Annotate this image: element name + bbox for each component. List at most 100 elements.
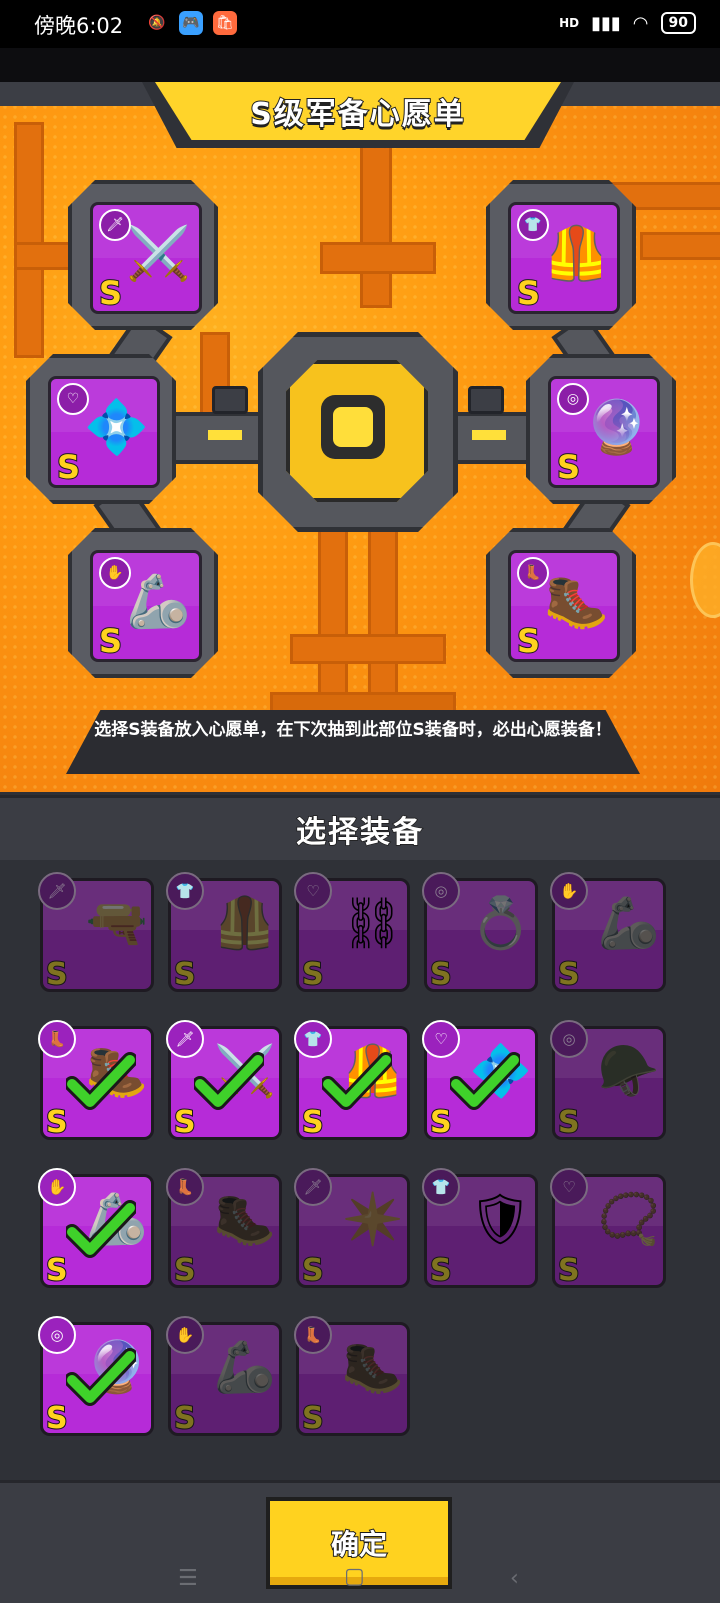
rank-label: S bbox=[45, 1105, 69, 1140]
star-necklace-icon: 💠 bbox=[84, 398, 149, 458]
rank-label: S bbox=[557, 1105, 581, 1140]
rank-label: S bbox=[516, 274, 541, 312]
dark-gauntlet-icon: 🦾 bbox=[213, 1338, 276, 1396]
dagger-icon: 🗡 bbox=[38, 872, 76, 910]
rank-label: S bbox=[173, 1253, 197, 1288]
status-time: 傍晚6:02 bbox=[34, 14, 124, 38]
equip-item-necklace-selected[interactable]: ♡ 💠 S bbox=[422, 1020, 538, 1140]
wishlist-title-banner: S级军备心愿单 bbox=[155, 82, 561, 140]
battery-indicator: 90 bbox=[660, 12, 696, 34]
cannon-icon: 🔫 bbox=[85, 894, 148, 952]
check-icon bbox=[194, 1052, 264, 1110]
equip-item-necklace[interactable]: ♡ 📿 S bbox=[550, 1168, 666, 1288]
rank-label: S bbox=[173, 957, 197, 992]
ruby-belt-icon: 💍 bbox=[469, 894, 532, 952]
rank-label: S bbox=[301, 1253, 325, 1288]
shop-app-icon: 🛍 bbox=[213, 11, 237, 35]
network-type: HD bbox=[559, 16, 580, 30]
belt-icon: ◎ bbox=[550, 1020, 588, 1058]
spiked-orb-icon: ✴️ bbox=[341, 1190, 404, 1248]
rank-label: S bbox=[301, 1105, 325, 1140]
wishlist-slot-gloves[interactable]: ✋ 🦾 S bbox=[68, 528, 218, 678]
rank-label: S bbox=[98, 622, 123, 660]
dark-armor-icon: 🦺 bbox=[213, 894, 276, 952]
shirt-icon: 👕 bbox=[517, 209, 549, 241]
equip-item-armor-selected[interactable]: 👕 🦺 S bbox=[294, 1020, 410, 1140]
wishlist-title: S级军备心愿单 bbox=[249, 96, 466, 133]
check-icon bbox=[322, 1052, 392, 1110]
rank-label: S bbox=[516, 622, 541, 660]
equip-item-armor[interactable]: 👕 🛡 S bbox=[422, 1168, 538, 1288]
rank-label: S bbox=[301, 1401, 325, 1436]
equip-item-necklace[interactable]: ♡ ⛓ S bbox=[294, 872, 410, 992]
equip-item-armor[interactable]: 👕 🦺 S bbox=[166, 872, 282, 992]
shirt-icon: 👕 bbox=[166, 872, 204, 910]
rank-label: S bbox=[556, 448, 581, 486]
equip-item-weapon[interactable]: 🗡 ✴️ S bbox=[294, 1168, 410, 1288]
rank-label: S bbox=[45, 957, 69, 992]
sword-icon: ⚔️ bbox=[126, 224, 191, 284]
equip-item-gloves-selected[interactable]: ✋ 🦾 S bbox=[38, 1168, 154, 1288]
equip-item-weapon[interactable]: 🗡 🔫 S bbox=[38, 872, 154, 992]
belt-icon: ◎ bbox=[557, 383, 589, 415]
dagger-icon: 🗡 bbox=[294, 1168, 332, 1206]
hub-core-icon bbox=[321, 395, 385, 459]
dagger-icon: 🗡 bbox=[99, 209, 131, 241]
wishlist-slot-weapon[interactable]: 🗡 ⚔️ S bbox=[68, 180, 218, 330]
belt-item-icon: 🔮 bbox=[584, 398, 649, 458]
equipment-grid: 🗡 🔫 S 👕 🦺 S ♡ ⛓ S ◎ 💍 S ✋ 🦾 S 👢 🥾 S 🗡 ⚔️ bbox=[0, 860, 720, 1480]
signal-icon: ▮▮▮ bbox=[591, 12, 621, 34]
belt-icon: ◎ bbox=[422, 872, 460, 910]
wifi-icon: ◠ bbox=[632, 12, 649, 34]
equip-item-belt[interactable]: ◎ 💍 S bbox=[422, 872, 538, 992]
wishlist-panel: S级军备心愿单 🗡 ⚔️ S 👕 🦺 S ♡ 💠 S ◎ 🔮 S ✋ 🦾 S 👢… bbox=[0, 82, 720, 792]
rank-label: S bbox=[45, 1253, 69, 1288]
select-section-header: 选择装备 bbox=[0, 795, 720, 863]
back-icon[interactable]: ‹ bbox=[510, 1566, 519, 1591]
rank-label: S bbox=[173, 1105, 197, 1140]
equip-item-weapon-selected[interactable]: 🗡 ⚔️ S bbox=[166, 1020, 282, 1140]
gauntlet-icon: 🦾 bbox=[126, 572, 191, 632]
equip-item-gloves[interactable]: ✋ 🦾 S bbox=[550, 872, 666, 992]
boot-icon: 👢 bbox=[517, 557, 549, 589]
glove-icon: ✋ bbox=[99, 557, 131, 589]
game-app-icon: 🎮 bbox=[179, 11, 203, 35]
status-bar: 傍晚6:02 🔕 🎮 🛍 HD ▮▮▮ ◠ 90 bbox=[0, 0, 720, 48]
glove-icon: ✋ bbox=[166, 1316, 204, 1354]
wishlist-slot-belt[interactable]: ◎ 🔮 S bbox=[526, 354, 676, 504]
equip-item-belt-selected[interactable]: ◎ 🔮 S bbox=[38, 1316, 154, 1436]
chest-armor-icon: 🦺 bbox=[544, 224, 609, 284]
rank-label: S bbox=[301, 957, 325, 992]
equip-item-boots[interactable]: 👢 🥾 S bbox=[166, 1168, 282, 1288]
rank-label: S bbox=[557, 957, 581, 992]
gold-belt-icon: 🪖 bbox=[597, 1042, 660, 1100]
rank-label: S bbox=[429, 1253, 453, 1288]
rank-label: S bbox=[173, 1401, 197, 1436]
top-gap bbox=[0, 48, 720, 82]
equip-item-boots-selected[interactable]: 👢 🥾 S bbox=[38, 1020, 154, 1140]
necklace-icon: ♡ bbox=[294, 872, 332, 910]
equip-item-belt[interactable]: ◎ 🪖 S bbox=[550, 1020, 666, 1140]
gold-boot-icon: 🥾 bbox=[213, 1190, 276, 1248]
system-nav-bar: ☰ ▢ ‹ bbox=[0, 1560, 720, 1600]
boot-icon: 👢 bbox=[294, 1316, 332, 1354]
confirm-label: 确定 bbox=[330, 1527, 388, 1562]
wishlist-hint: 选择S装备放入心愿单，在下次抽到此部位S装备时，必出心愿装备！ bbox=[66, 710, 640, 774]
rank-label: S bbox=[98, 274, 123, 312]
boot-item-icon: 🥾 bbox=[544, 572, 609, 632]
wishlist-slot-necklace[interactable]: ♡ 💠 S bbox=[26, 354, 176, 504]
equip-item-boots[interactable]: 👢 🥾 S bbox=[294, 1316, 410, 1436]
necklace-icon: ♡ bbox=[57, 383, 89, 415]
menu-icon[interactable]: ☰ bbox=[178, 1566, 198, 1591]
check-icon bbox=[66, 1348, 136, 1406]
home-icon[interactable]: ▢ bbox=[344, 1564, 365, 1589]
dark-gauntlet-icon: 🦾 bbox=[597, 894, 660, 952]
equip-item-gloves[interactable]: ✋ 🦾 S bbox=[166, 1316, 282, 1436]
glove-icon: ✋ bbox=[550, 872, 588, 910]
mute-icon: 🔕 bbox=[148, 15, 166, 31]
wishlist-slot-boots[interactable]: 👢 🥾 S bbox=[486, 528, 636, 678]
check-icon bbox=[66, 1200, 136, 1258]
wishlist-slot-armor[interactable]: 👕 🦺 S bbox=[486, 180, 636, 330]
rank-label: S bbox=[56, 448, 81, 486]
necklace-icon: ♡ bbox=[550, 1168, 588, 1206]
